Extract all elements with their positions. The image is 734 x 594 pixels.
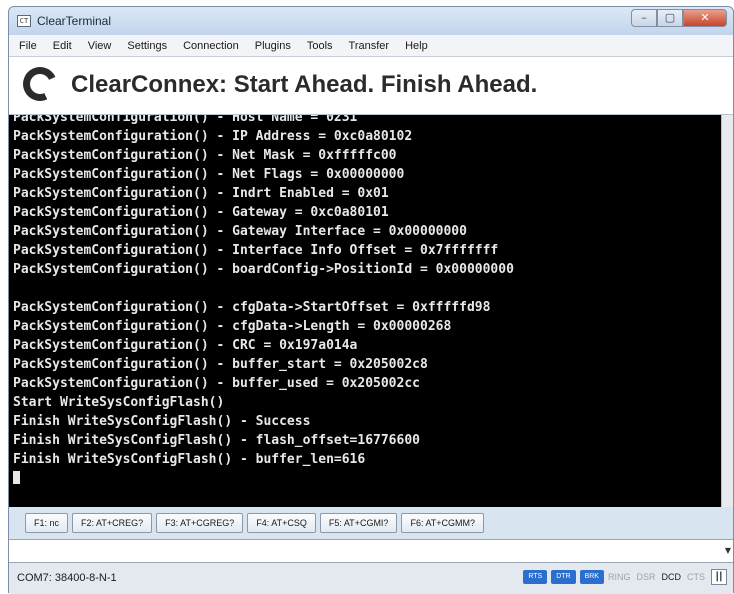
menu-transfer[interactable]: Transfer: [349, 40, 390, 52]
window-title: ClearTerminal: [37, 14, 112, 28]
f5-button[interactable]: F5: AT+CGMI?: [319, 513, 398, 533]
menu-view[interactable]: View: [88, 40, 112, 52]
terminal-line: PackSystemConfiguration() - buffer_used …: [13, 376, 420, 391]
terminal-cursor-line: [13, 469, 514, 488]
terminal-line: PackSystemConfiguration() - Host Name = …: [13, 115, 358, 125]
chevron-down-icon[interactable]: ▼: [725, 546, 731, 555]
pause-icon[interactable]: ||: [711, 569, 727, 585]
close-button[interactable]: ✕: [683, 9, 727, 27]
f4-button[interactable]: F4: AT+CSQ: [247, 513, 316, 533]
terminal-line: PackSystemConfiguration() - CRC = 0x197a…: [13, 338, 358, 353]
window-controls: – ▢ ✕: [631, 9, 727, 29]
terminal-line: PackSystemConfiguration() - Net Mask = 0…: [13, 148, 397, 163]
f1-button[interactable]: F1: nc: [25, 513, 69, 533]
terminal-output[interactable]: PackSystemConfiguration() - Host Name = …: [9, 115, 721, 507]
app-icon[interactable]: CT: [17, 15, 31, 27]
terminal-line: Start WriteSysConfigFlash(): [13, 395, 225, 410]
rts-toggle[interactable]: RTS: [523, 570, 548, 584]
terminal-line: PackSystemConfiguration() - cfgData->Len…: [13, 319, 452, 334]
function-key-bar: F1: nc F2: AT+CREG? F3: AT+CGREG? F4: AT…: [9, 507, 733, 539]
menu-bar: File Edit View Settings Connection Plugi…: [9, 35, 733, 57]
terminal-line: PackSystemConfiguration() - Interface In…: [13, 243, 499, 258]
terminal-line: Finish WriteSysConfigFlash() - flash_off…: [13, 433, 420, 448]
menu-plugins[interactable]: Plugins: [255, 40, 291, 52]
terminal-line: PackSystemConfiguration() - boardConfig-…: [13, 262, 514, 277]
terminal-scrollbar[interactable]: [721, 115, 733, 507]
terminal-cursor: [13, 471, 20, 484]
terminal-line: PackSystemConfiguration() - Net Flags = …: [13, 167, 405, 182]
minimize-button[interactable]: –: [631, 9, 657, 27]
terminal-line: PackSystemConfiguration() - cfgData->Sta…: [13, 300, 491, 315]
brand-banner: ClearConnex: Start Ahead. Finish Ahead.: [9, 57, 733, 115]
terminal-line: PackSystemConfiguration() - IP Address =…: [13, 129, 413, 144]
dsr-indicator: DSR: [636, 572, 656, 582]
cts-indicator: CTS: [687, 572, 705, 582]
app-window: CT ClearTerminal – ▢ ✕ File Edit View Se…: [8, 6, 734, 594]
terminal-line: PackSystemConfiguration() - Indrt Enable…: [13, 186, 389, 201]
clearconnex-logo-icon: [18, 62, 62, 106]
menu-settings[interactable]: Settings: [127, 40, 167, 52]
menu-help[interactable]: Help: [405, 40, 428, 52]
terminal-line: PackSystemConfiguration() - Gateway Inte…: [13, 224, 467, 239]
port-settings-status: COM7: 38400-8-N-1: [17, 572, 117, 584]
menu-connection[interactable]: Connection: [183, 40, 239, 52]
menu-tools[interactable]: Tools: [307, 40, 333, 52]
banner-slogan: ClearConnex: Start Ahead. Finish Ahead.: [71, 71, 538, 98]
dcd-indicator: DCD: [661, 572, 682, 582]
status-bar: COM7: 38400-8-N-1 RTS DTR BRK RING DSR D…: [9, 563, 733, 594]
terminal-lines: PackSystemConfiguration() - Host Name = …: [13, 115, 514, 488]
line-indicators: RTS DTR BRK RING DSR DCD CTS ||: [523, 569, 727, 585]
terminal-line: Finish WriteSysConfigFlash() - buffer_le…: [13, 452, 366, 467]
menu-edit[interactable]: Edit: [53, 40, 72, 52]
dtr-toggle[interactable]: DTR: [551, 570, 576, 584]
f2-button[interactable]: F2: AT+CREG?: [72, 513, 153, 533]
command-input[interactable]: ▼: [9, 539, 733, 563]
terminal-line: PackSystemConfiguration() - Gateway = 0x…: [13, 205, 389, 220]
terminal-line: Finish WriteSysConfigFlash() - Success: [13, 414, 311, 429]
brk-toggle[interactable]: BRK: [579, 570, 604, 584]
ring-indicator: RING: [607, 572, 631, 582]
terminal-line: PackSystemConfiguration() - buffer_start…: [13, 357, 428, 372]
maximize-button[interactable]: ▢: [657, 9, 683, 27]
f6-button[interactable]: F6: AT+CGMM?: [401, 513, 485, 533]
title-bar[interactable]: CT ClearTerminal – ▢ ✕: [9, 7, 733, 35]
menu-file[interactable]: File: [19, 40, 37, 52]
f3-button[interactable]: F3: AT+CGREG?: [156, 513, 244, 533]
